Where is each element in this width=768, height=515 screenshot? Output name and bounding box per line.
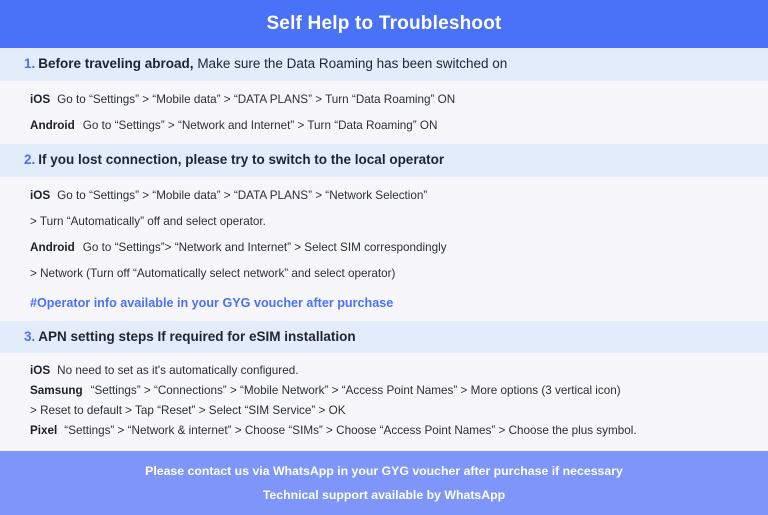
section-header-2: 2. If you lost connection, please try to …: [0, 144, 768, 178]
instruction-line: > Network (Turn off “Automatically selec…: [30, 266, 768, 282]
section-header-3: 3. APN setting steps If required for eSIM…: [0, 320, 768, 354]
platform-label-ios: iOS: [30, 364, 51, 378]
section-heading-lead-2: If you lost connection, please try to sw…: [38, 152, 445, 168]
platform-label-pixel: Pixel: [30, 423, 58, 437]
section-number-1: 1.: [24, 56, 36, 71]
page-footer: Please contact us via WhatsApp in your G…: [0, 450, 768, 515]
instruction-line: iOS Go to “Settings” > “Mobile data” > “D…: [30, 92, 768, 108]
section-number-3: 3.: [24, 328, 36, 344]
platform-label-ios: iOS: [30, 92, 51, 106]
instruction-text: > Turn “Automatically” off and select op…: [30, 215, 266, 229]
instruction-line: Samsung “Settings” > “Connections” > “Mob…: [30, 383, 768, 399]
instruction-text: Go to “Settings” > “Network and Internet…: [82, 118, 438, 132]
instruction-text: > Reset to default > Tap “Reset” > Selec…: [30, 404, 346, 417]
instruction-text: Go to “Settings” > “Mobile data” > “DATA…: [57, 92, 456, 106]
troubleshoot-page: Self Help to Troubleshoot 1. Before trave…: [0, 0, 768, 515]
platform-label-android: Android: [30, 240, 75, 254]
section-body-1: iOS Go to “Settings” > “Mobile data” > “D…: [0, 80, 768, 145]
platform-label-ios: iOS: [30, 189, 51, 203]
page-header: Self Help to Troubleshoot: [0, 0, 768, 48]
footer-contact-line: Please contact us via WhatsApp in your G…: [145, 463, 623, 478]
instruction-text: “Settings” > “Connections” > “Mobile Net…: [90, 384, 621, 398]
page-title: Self Help to Troubleshoot: [266, 13, 502, 34]
instruction-text: No need to set as it's automatically con…: [57, 364, 299, 378]
section-heading-rest-1: Make sure the Data Roaming has been swit…: [193, 56, 508, 71]
operator-info-note: #Operator info available in your GYG vou…: [30, 295, 394, 310]
instruction-text: Go to “Settings”> “Network and Internet”…: [82, 240, 447, 254]
platform-label-android: Android: [30, 118, 75, 132]
instruction-line: Pixel “Settings” > “Network & internet” >…: [30, 423, 768, 439]
instruction-line: > Reset to default > Tap “Reset” > Selec…: [30, 403, 768, 419]
instruction-line: > Turn “Automatically” off and select op…: [30, 214, 768, 230]
instruction-text: Go to “Settings” > “Mobile data” > “DATA…: [57, 189, 428, 203]
instruction-text: “Settings” > “Network & internet” > Choo…: [64, 423, 637, 437]
instruction-text: > Network (Turn off “Automatically selec…: [30, 266, 396, 280]
instruction-line: Android Go to “Settings” > “Network and I…: [30, 118, 768, 134]
content-body: 1. Before traveling abroad, Make sure the…: [0, 48, 768, 451]
instruction-line: iOS Go to “Settings” > “Mobile data” > “D…: [30, 188, 768, 204]
section-heading-lead-3: APN setting steps If required for eSIM i…: [38, 328, 356, 344]
instruction-line: iOS No need to set as it's automatically …: [30, 363, 768, 379]
instruction-line: Android Go to “Settings”> “Network and In…: [30, 240, 768, 256]
footer-support-line: Technical support available by WhatsApp: [262, 487, 506, 502]
section-header-1: 1. Before traveling abroad, Make sure the…: [0, 48, 768, 81]
section-number-2: 2.: [24, 152, 36, 168]
section-body-2: iOS Go to “Settings” > “Mobile data” > “D…: [0, 177, 768, 321]
platform-label-samsung: Samsung: [30, 384, 83, 398]
section-body-3: iOS No need to set as it's automatically …: [0, 353, 768, 451]
section-heading-lead-1: Before traveling abroad,: [38, 56, 194, 71]
